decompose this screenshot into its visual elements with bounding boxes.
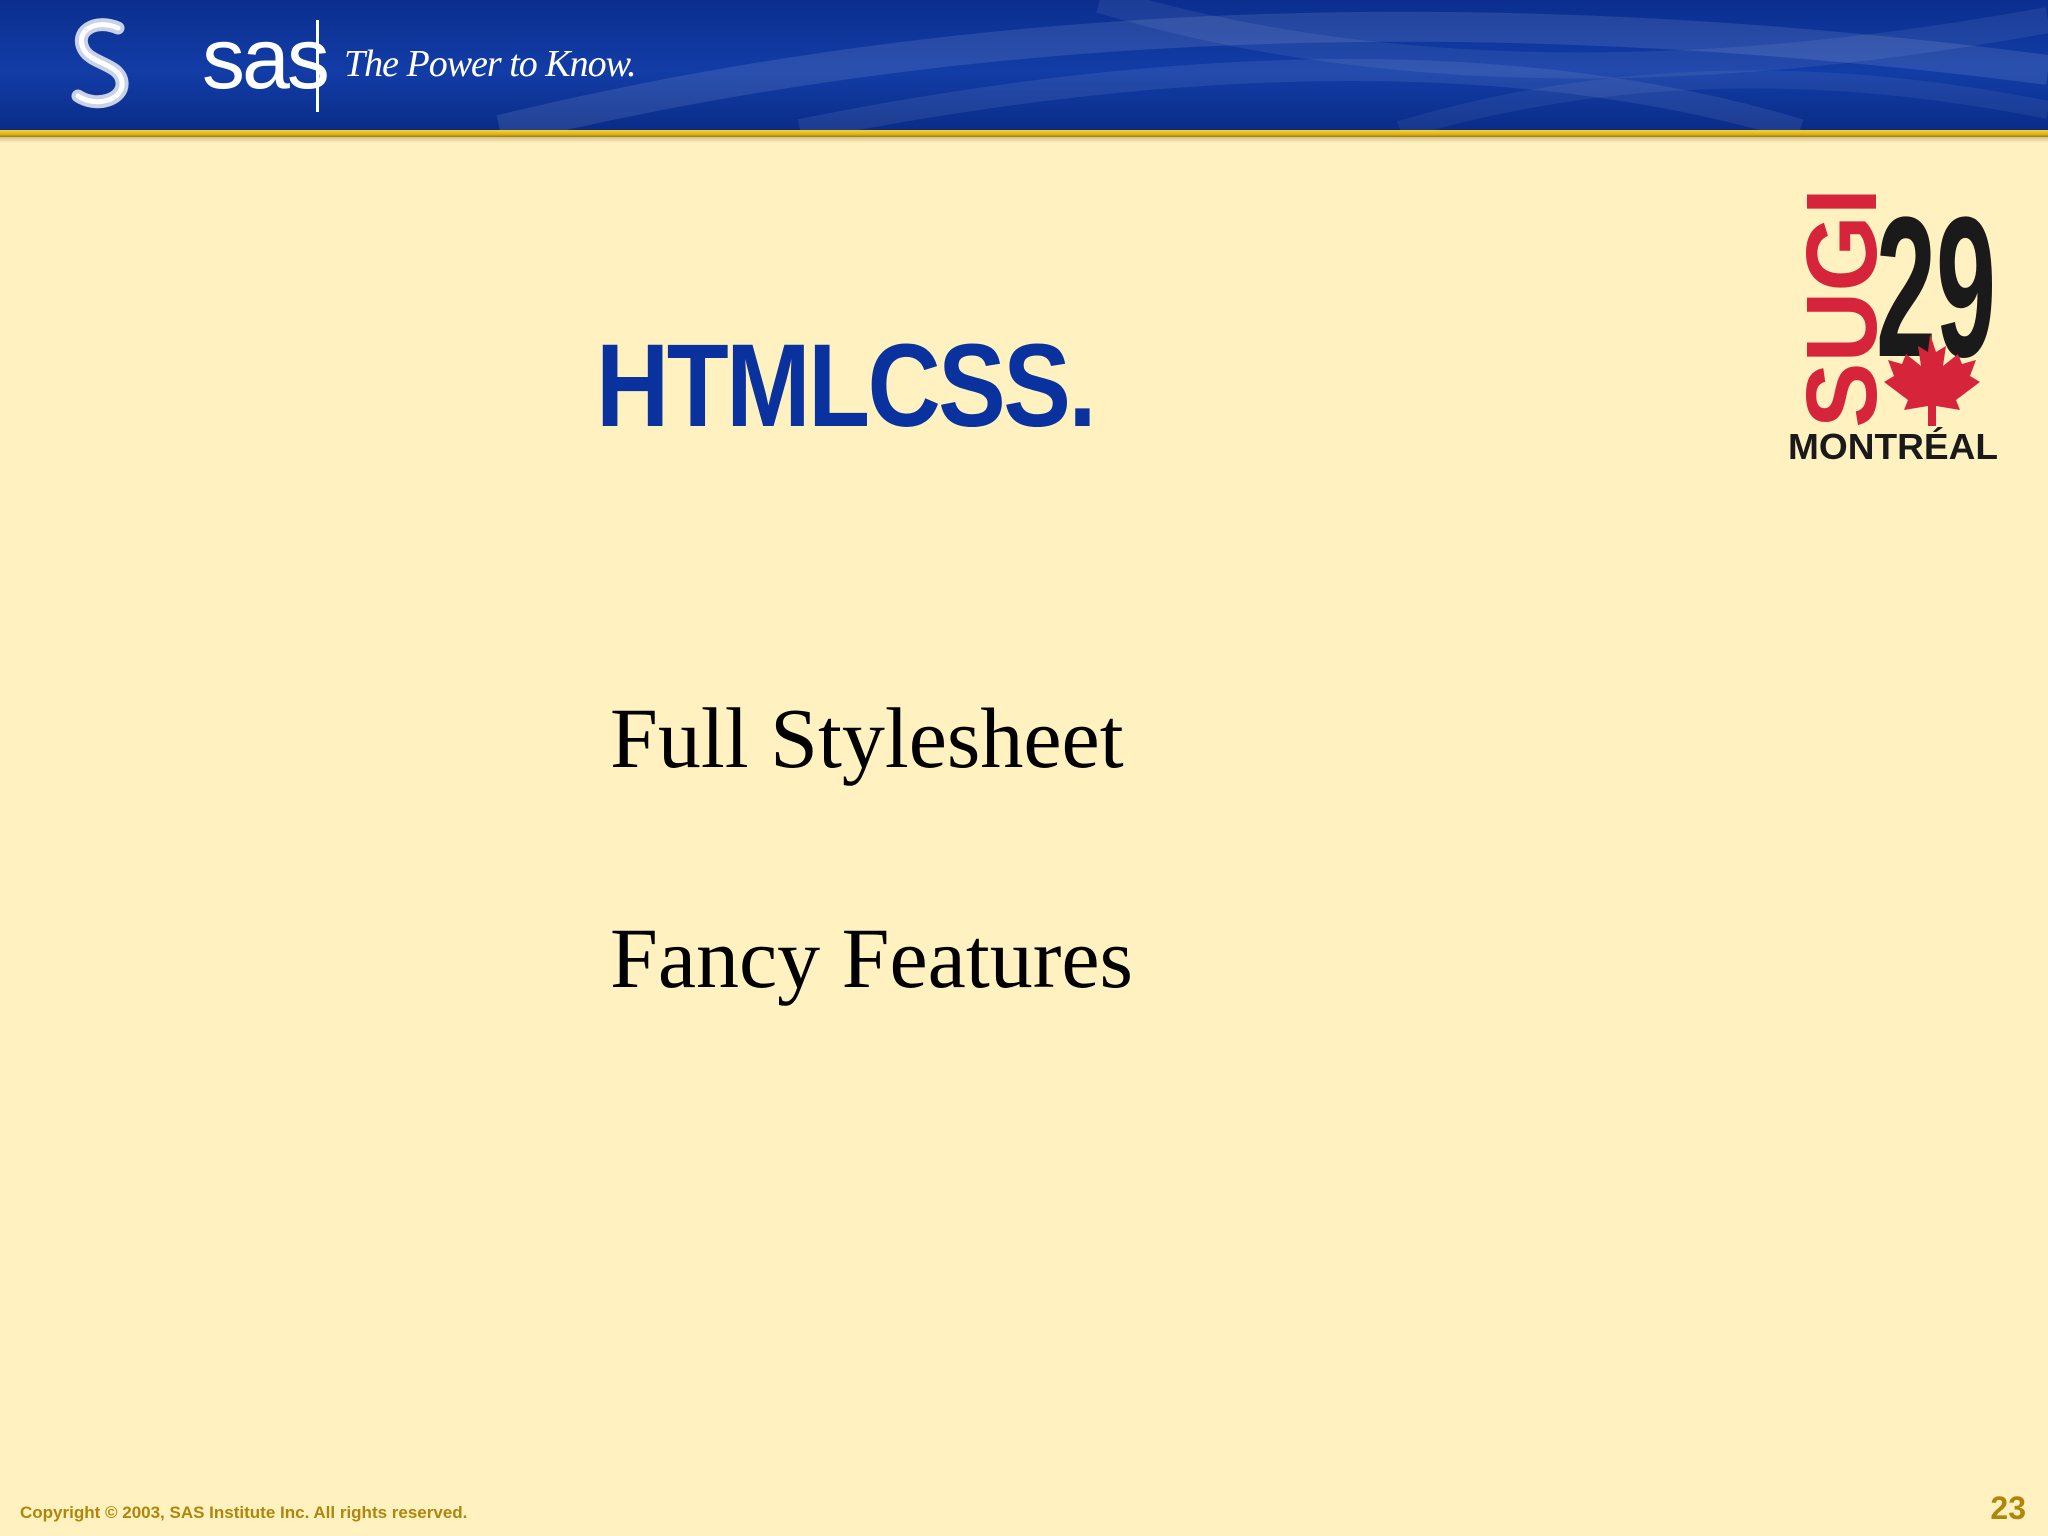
sas-wordmark: sas (202, 11, 330, 107)
sugi-logo-city: MONTRÉAL (1788, 426, 1998, 466)
bullet-fancy-features: Fancy Features (610, 910, 1134, 1006)
header-gold-rule (0, 130, 2048, 137)
sugi-29-montreal-logo: SUGI 29 MONTRÉAL (1786, 176, 1998, 466)
tagline: The Power to Know. (344, 43, 637, 85)
page-number: 23 (1990, 1490, 2026, 1526)
sas-swirl-icon (71, 18, 129, 109)
header-banner: sas The Power to Know. (0, 0, 2048, 130)
header-shadow (0, 137, 2048, 143)
copyright-notice: Copyright © 2003, SAS Institute Inc. All… (20, 1503, 468, 1522)
bullet-full-stylesheet: Full Stylesheet (610, 690, 1124, 786)
slide-title: HTMLCSS. (596, 320, 1097, 452)
logo-divider (316, 20, 319, 112)
sas-logo[interactable]: sas (66, 14, 330, 114)
